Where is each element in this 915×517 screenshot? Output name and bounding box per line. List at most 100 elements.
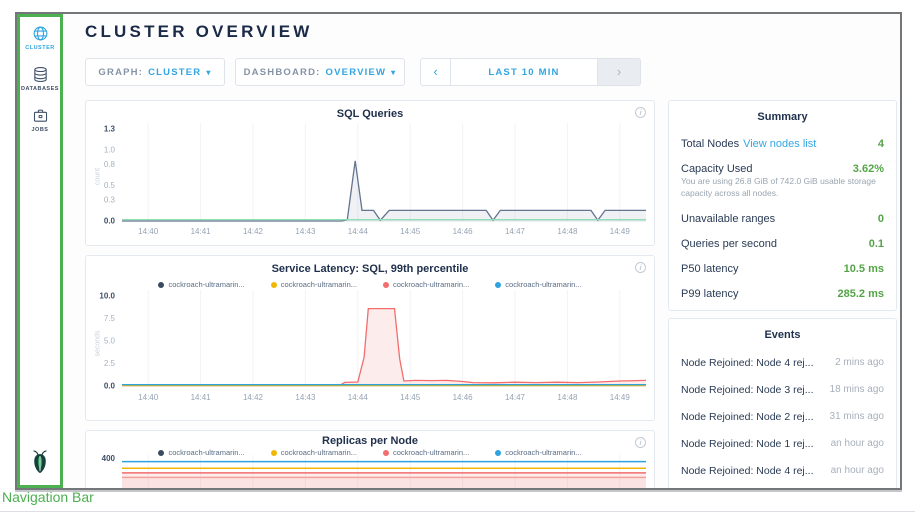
svg-text:10.0: 10.0	[99, 292, 115, 301]
svg-text:14:41: 14:41	[191, 393, 212, 402]
events-panel: Events Node Rejoined: Node 4 rej... 2 mi…	[668, 318, 897, 490]
annotation-navigation-bar: Navigation Bar	[2, 489, 94, 505]
navigation-bar: CLUSTER DATABASES JOBS	[17, 14, 63, 488]
svg-text:14:42: 14:42	[243, 227, 264, 236]
svg-text:14:47: 14:47	[505, 393, 526, 402]
summary-row-unavailable-ranges: Unavailable ranges 0	[669, 206, 896, 231]
event-row[interactable]: Node Rejoined: Node 4 rej... 2 mins ago	[669, 349, 896, 376]
time-prev-button[interactable]: ‹	[420, 58, 451, 86]
screenshot-frame: CLUSTER DATABASES JOBS	[15, 12, 902, 490]
info-icon[interactable]: i	[635, 437, 646, 448]
summary-value: 3.62%	[853, 163, 884, 175]
event-title: Node Rejoined: Node 2 rej...	[681, 411, 814, 423]
svg-text:14:49: 14:49	[610, 393, 631, 402]
svg-text:14:47: 14:47	[505, 227, 526, 236]
event-time: 2 mins ago	[835, 357, 884, 368]
dashboard-dropdown-label: DASHBOARD:	[244, 67, 321, 78]
service-latency-plot: 14:4014:4114:4214:4314:4414:4514:4614:47…	[86, 256, 656, 422]
summary-label: Capacity Used	[681, 163, 753, 175]
summary-label: Total Nodes	[681, 138, 739, 150]
svg-text:14:40: 14:40	[138, 227, 159, 236]
svg-text:14:48: 14:48	[557, 393, 578, 402]
summary-panel: Summary Total NodesView nodes list 4 Cap…	[668, 100, 897, 311]
summary-value: 0.1	[869, 238, 884, 250]
svg-text:14:42: 14:42	[243, 393, 264, 402]
svg-text:0.0: 0.0	[104, 382, 116, 391]
summary-label: Unavailable ranges	[681, 213, 775, 225]
sql-queries-chart-card: SQL Queries i count 14:4014:4114:4214:43…	[85, 100, 655, 246]
capacity-subtext: You are using 26.8 GiB of 742.0 GiB usab…	[669, 176, 896, 206]
svg-text:0.8: 0.8	[104, 160, 116, 169]
summary-value: 0	[878, 213, 884, 225]
event-time: 31 mins ago	[830, 411, 884, 422]
replicas-per-node-chart-card: Replicas per Node i cockroach-ultramarin…	[85, 430, 655, 490]
event-row[interactable]: Node Rejoined: Node 2 rej... 31 mins ago	[669, 403, 896, 430]
sidebar-item-databases[interactable]: DATABASES	[20, 66, 60, 92]
svg-text:14:46: 14:46	[453, 393, 474, 402]
dashboard-dropdown-value: OVERVIEW	[326, 67, 387, 78]
summary-row-total-nodes: Total NodesView nodes list 4	[669, 131, 896, 156]
event-title: Node Rejoined: Node 1 rej...	[681, 438, 814, 450]
summary-row-capacity: Capacity Used 3.62%	[669, 156, 896, 176]
chevron-down-icon: ▾	[206, 68, 211, 77]
briefcase-icon	[32, 107, 49, 124]
time-window-selector: ‹ LAST 10 MIN ›	[420, 58, 641, 86]
event-time: an hour ago	[831, 438, 884, 449]
events-title: Events	[669, 319, 896, 349]
svg-text:14:44: 14:44	[348, 393, 369, 402]
event-time: an hour ago	[831, 465, 884, 476]
sidebar-item-label: DATABASES	[21, 86, 59, 92]
svg-text:14:44: 14:44	[348, 227, 369, 236]
event-row[interactable]: Node Rejoined: Node 4 rej... an hour ago	[669, 457, 896, 484]
summary-label: P99 latency	[681, 288, 738, 300]
event-row[interactable]: Node Rejoined: Node 3 rej... 18 mins ago	[669, 376, 896, 403]
chevron-down-icon: ▾	[391, 68, 396, 77]
svg-text:5.0: 5.0	[104, 337, 116, 346]
event-title: Node Rejoined: Node 3 rej...	[681, 384, 814, 396]
svg-text:14:45: 14:45	[400, 227, 421, 236]
svg-text:14:45: 14:45	[400, 393, 421, 402]
chart-title: Replicas per Node	[86, 435, 654, 447]
summary-title: Summary	[669, 101, 896, 131]
svg-text:14:49: 14:49	[610, 227, 631, 236]
svg-text:0.3: 0.3	[104, 195, 116, 204]
graph-dropdown[interactable]: GRAPH: CLUSTER ▾	[85, 58, 225, 86]
svg-text:14:48: 14:48	[557, 227, 578, 236]
svg-text:0.5: 0.5	[104, 181, 116, 190]
page: CLUSTER DATABASES JOBS	[0, 0, 915, 517]
event-row[interactable]: Node Rejoined: Node 1 rej... an hour ago	[669, 430, 896, 457]
svg-text:14:41: 14:41	[191, 227, 212, 236]
dashboard-dropdown[interactable]: DASHBOARD: OVERVIEW ▾	[235, 58, 405, 86]
svg-text:7.5: 7.5	[104, 314, 116, 323]
view-nodes-list-link[interactable]: View nodes list	[743, 138, 816, 150]
time-range-label[interactable]: LAST 10 MIN	[451, 58, 597, 86]
summary-label: Queries per second	[681, 238, 777, 250]
time-next-button[interactable]: ›	[597, 58, 641, 86]
summary-row-qps: Queries per second 0.1	[669, 231, 896, 256]
svg-text:14:43: 14:43	[295, 227, 316, 236]
service-latency-chart-card: Service Latency: SQL, 99th percentile i …	[85, 255, 655, 421]
svg-text:0.0: 0.0	[104, 217, 116, 226]
sidebar-item-jobs[interactable]: JOBS	[20, 107, 60, 133]
summary-row-p50: P50 latency 10.5 ms	[669, 256, 896, 281]
summary-label: P50 latency	[681, 263, 738, 275]
divider	[0, 511, 915, 512]
sidebar-item-label: JOBS	[32, 127, 49, 133]
summary-value: 10.5 ms	[844, 263, 884, 275]
sidebar-item-label: CLUSTER	[25, 45, 54, 51]
page-title: CLUSTER OVERVIEW	[85, 22, 313, 42]
graph-dropdown-value: CLUSTER	[148, 67, 201, 78]
svg-text:14:46: 14:46	[453, 227, 474, 236]
sql-queries-plot: 14:40 14:41 14:42 14:43 14:44 14:45 14:46 14:47…	[86, 101, 656, 247]
sidebar-item-cluster[interactable]: CLUSTER	[20, 25, 60, 51]
svg-text:14:40: 14:40	[138, 393, 159, 402]
svg-text:2.5: 2.5	[104, 359, 116, 368]
graph-dropdown-label: GRAPH:	[98, 67, 143, 78]
globe-icon	[32, 25, 49, 42]
database-icon	[32, 66, 49, 83]
event-title: Node Rejoined: Node 4 rej...	[681, 465, 814, 477]
svg-text:1.0: 1.0	[104, 146, 116, 155]
summary-value: 285.2 ms	[838, 288, 884, 300]
cockroachdb-logo[interactable]	[29, 448, 51, 479]
svg-text:1.3: 1.3	[104, 125, 116, 134]
